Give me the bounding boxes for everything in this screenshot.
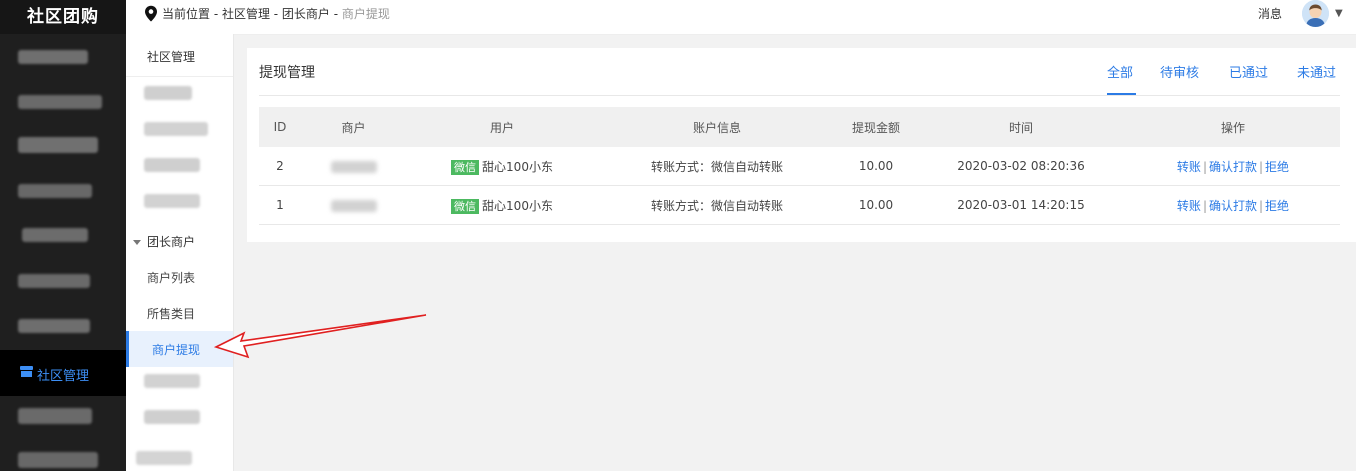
subnav-group-team-merchant[interactable]: 团长商户 bbox=[133, 233, 195, 250]
sidebar-item-blurred-6[interactable] bbox=[0, 262, 126, 302]
action-separator: | bbox=[1202, 159, 1207, 174]
subnav-item-merchant-list[interactable]: 商户列表 bbox=[147, 269, 195, 286]
panel-title: 提现管理 bbox=[259, 65, 315, 81]
sidebar-item-blurred-2[interactable] bbox=[0, 83, 126, 123]
transfer-link[interactable]: 转账 bbox=[1177, 160, 1201, 174]
subnav-item-blurred-1[interactable] bbox=[144, 86, 192, 100]
panel-divider bbox=[259, 95, 1340, 96]
cell-id: 1 bbox=[259, 185, 301, 225]
location-pin-icon bbox=[145, 5, 157, 22]
tab-all[interactable]: 全部 bbox=[1107, 62, 1133, 81]
cell-time: 2020-03-01 14:20:15 bbox=[916, 185, 1126, 225]
subnav-item-blurred-5[interactable] bbox=[144, 374, 200, 388]
sidebar-item-label: 社区管理 bbox=[37, 369, 90, 384]
sidebar-item-blurred-7[interactable] bbox=[0, 307, 126, 347]
subnav-item-blurred-3[interactable] bbox=[144, 158, 200, 172]
wechat-badge: 微信 bbox=[451, 159, 480, 175]
cell-user: 微信 甜心100小东 bbox=[406, 147, 598, 186]
subnav-item-label: 商户提现 bbox=[152, 343, 201, 357]
top-bar: 当前位置 - 社区管理 - 团长商户 - 商户提现 消息 ▼ bbox=[126, 0, 1356, 35]
app-logo: 社区团购 bbox=[0, 0, 126, 34]
cell-amount: 10.00 bbox=[836, 185, 916, 225]
col-header-amount: 提现金额 bbox=[836, 107, 916, 147]
cell-actions: 转账 | 确认打款 | 拒绝 bbox=[1126, 185, 1340, 225]
breadcrumb-current: 商户提现 bbox=[341, 7, 390, 21]
breadcrumb-path: 当前位置 - 社区管理 - 团长商户 - bbox=[162, 7, 342, 21]
user-name: 甜心100小东 bbox=[482, 159, 553, 174]
col-header-user: 用户 bbox=[406, 107, 598, 147]
cell-time: 2020-03-02 08:20:36 bbox=[916, 147, 1126, 186]
cell-id: 2 bbox=[259, 147, 301, 186]
cell-amount: 10.00 bbox=[836, 147, 916, 186]
merchant-blurred bbox=[330, 199, 377, 212]
subnav-item-blurred-2[interactable] bbox=[144, 122, 208, 136]
sub-navigation: 社区管理 团长商户 商户列表 所售类目 商户提现 bbox=[126, 34, 234, 471]
col-header-actions: 操作 bbox=[1126, 107, 1340, 147]
sidebar-item-blurred-3[interactable] bbox=[0, 127, 126, 167]
reject-link[interactable]: 拒绝 bbox=[1265, 160, 1289, 174]
action-separator: | bbox=[1259, 198, 1264, 213]
chevron-down-icon[interactable]: ▼ bbox=[1335, 8, 1343, 19]
table-row: 1 微信 甜心100小东 转账方式：微信自动转账 10.00 2020-03-01… bbox=[259, 185, 1340, 225]
main-sidebar: 社区团购 社区管理 bbox=[0, 0, 126, 471]
withdraw-panel: 提现管理 全部 待审核 已通过 未通过 ID 商户 用户 账户信息 提现金额 时… bbox=[247, 48, 1356, 242]
col-header-time: 时间 bbox=[916, 107, 1126, 147]
cell-actions: 转账 | 确认打款 | 拒绝 bbox=[1126, 147, 1340, 186]
reject-link[interactable]: 拒绝 bbox=[1265, 199, 1289, 213]
col-header-account: 账户信息 bbox=[598, 107, 836, 147]
subnav-divider bbox=[126, 76, 233, 77]
confirm-payment-link[interactable]: 确认打款 bbox=[1209, 199, 1257, 213]
subnav-group-label: 团长商户 bbox=[147, 235, 196, 249]
sidebar-item-blurred-5[interactable] bbox=[0, 216, 126, 256]
subnav-item-blurred-7[interactable] bbox=[136, 451, 192, 465]
col-header-id: ID bbox=[259, 107, 301, 147]
sidebar-item-blurred-1[interactable] bbox=[0, 38, 126, 78]
sidebar-item-community[interactable]: 社区管理 bbox=[0, 350, 126, 396]
wechat-badge: 微信 bbox=[451, 198, 480, 214]
cell-account: 转账方式：微信自动转账 bbox=[598, 147, 836, 186]
confirm-payment-link[interactable]: 确认打款 bbox=[1209, 160, 1257, 174]
tab-approved[interactable]: 已通过 bbox=[1229, 62, 1268, 81]
tab-rejected[interactable]: 未通过 bbox=[1297, 62, 1336, 81]
subnav-title: 社区管理 bbox=[147, 50, 196, 64]
subnav-item-blurred-6[interactable] bbox=[144, 410, 200, 424]
subnav-item-categories[interactable]: 所售类目 bbox=[147, 305, 195, 322]
sidebar-item-blurred-4[interactable] bbox=[0, 172, 126, 212]
cell-merchant bbox=[301, 185, 406, 225]
withdraw-table: ID 商户 用户 账户信息 提现金额 时间 操作 2 微信 甜心100小东 转账方… bbox=[259, 107, 1340, 225]
merchant-blurred bbox=[330, 160, 377, 173]
action-separator: | bbox=[1202, 198, 1207, 213]
table-row: 2 微信 甜心100小东 转账方式：微信自动转账 10.00 2020-03-02… bbox=[259, 147, 1340, 186]
annotation-arrow bbox=[213, 314, 427, 359]
breadcrumb: 当前位置 - 社区管理 - 团长商户 - 商户提现 bbox=[162, 5, 390, 22]
avatar[interactable] bbox=[1302, 0, 1329, 27]
cell-user: 微信 甜心100小东 bbox=[406, 185, 598, 225]
action-separator: | bbox=[1259, 159, 1264, 174]
subnav-item-blurred-4[interactable] bbox=[144, 194, 200, 208]
transfer-link[interactable]: 转账 bbox=[1177, 199, 1201, 213]
tab-pending[interactable]: 待审核 bbox=[1160, 62, 1199, 81]
sidebar-item-blurred-9[interactable] bbox=[0, 440, 126, 471]
shop-icon bbox=[20, 366, 33, 377]
col-header-merchant: 商户 bbox=[301, 107, 406, 147]
table-header-row: ID 商户 用户 账户信息 提现金额 时间 操作 bbox=[259, 107, 1340, 147]
user-name: 甜心100小东 bbox=[482, 198, 553, 213]
messages-link[interactable]: 消息 bbox=[1258, 5, 1282, 22]
user-avatar-icon bbox=[1302, 0, 1329, 27]
caret-down-icon bbox=[133, 240, 141, 245]
cell-merchant bbox=[301, 147, 406, 186]
sidebar-item-blurred-8[interactable] bbox=[0, 398, 126, 438]
cell-account: 转账方式：微信自动转账 bbox=[598, 185, 836, 225]
